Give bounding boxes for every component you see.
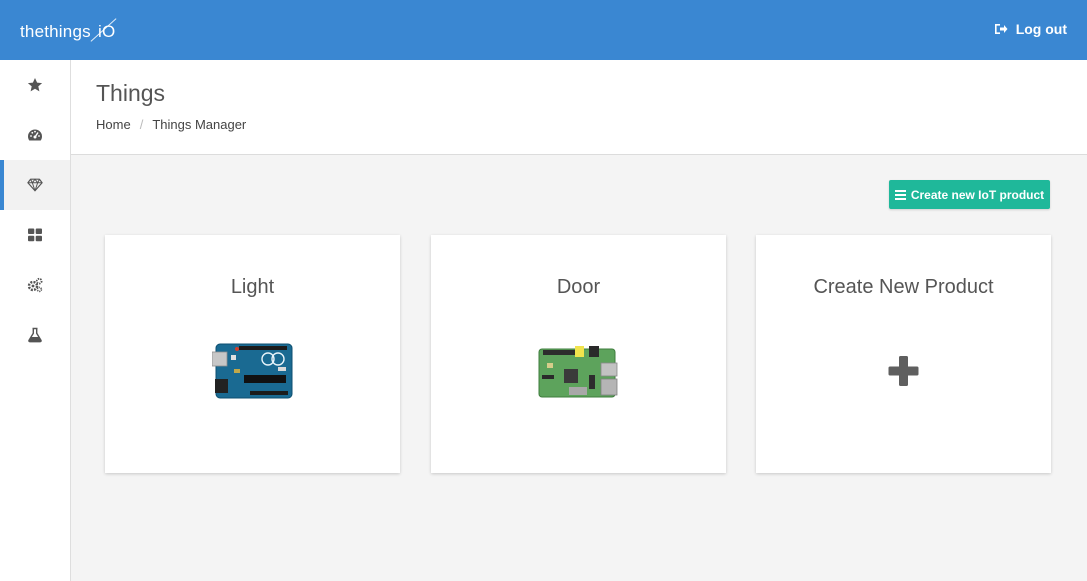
logout-label: Log out — [1015, 21, 1067, 37]
breadcrumb-current: Things Manager — [152, 117, 247, 132]
breadcrumb-home[interactable]: Home — [96, 117, 131, 132]
sidebar-item-lab[interactable] — [0, 310, 70, 360]
gears-icon — [27, 277, 43, 293]
top-navbar: thethings iO Log out — [0, 0, 1087, 60]
product-name: Light — [230, 276, 275, 298]
arduino-board-image — [212, 343, 293, 399]
grid-icon — [28, 228, 42, 242]
star-icon — [27, 78, 43, 92]
thethingsio-logo[interactable]: thethings iO — [20, 18, 140, 44]
product-name: Door — [556, 276, 601, 298]
page-header: Things Home / Things Manager — [71, 60, 1087, 155]
product-card-create-new[interactable]: Create New Product — [756, 235, 1051, 473]
diamond-icon — [27, 178, 43, 192]
list-icon — [894, 189, 906, 200]
sign-out-icon — [994, 24, 1008, 34]
breadcrumb-separator: / — [139, 117, 144, 132]
product-card-door[interactable]: Door — [431, 235, 726, 473]
product-name: Create New Product — [813, 276, 994, 298]
flask-icon — [28, 327, 42, 343]
create-button-label: Create new IoT product — [910, 187, 1045, 202]
plus-icon — [888, 356, 919, 386]
product-card-light[interactable]: Light — [105, 235, 400, 473]
sidebar-item-dashboard[interactable] — [0, 110, 70, 160]
raspberry-pi-board-image — [538, 346, 618, 398]
sidebar — [0, 60, 71, 581]
logout-button[interactable]: Log out — [994, 21, 1067, 37]
page-title: Things — [96, 80, 166, 106]
sidebar-item-things[interactable] — [0, 160, 70, 210]
sidebar-item-settings[interactable] — [0, 260, 70, 310]
sidebar-item-favorites[interactable] — [0, 60, 70, 110]
dashboard-icon — [28, 129, 42, 141]
breadcrumb: Home / Things Manager — [96, 117, 246, 132]
sidebar-item-dashboards[interactable] — [0, 210, 70, 260]
create-iot-product-button[interactable]: Create new IoT product — [889, 180, 1050, 209]
